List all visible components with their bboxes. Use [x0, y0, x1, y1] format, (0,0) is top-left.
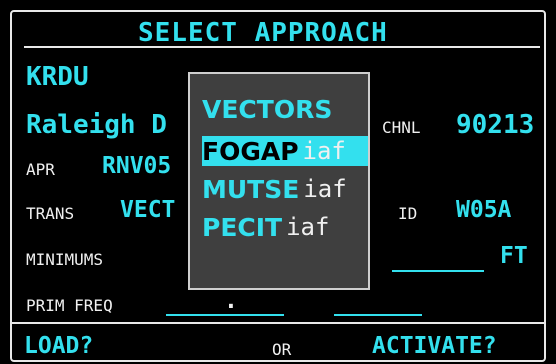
popup-item-vectors[interactable]: VECTORS — [202, 94, 332, 124]
load-button[interactable]: LOAD? — [24, 335, 93, 358]
transition-popup-menu[interactable]: VECTORS FOGAP iaf MUTSE iaf PECIT iaf — [188, 72, 370, 290]
trans-value[interactable]: VECT — [120, 199, 175, 222]
approach-page: SELECT APPROACH KRDU Raleigh D CHNL 9021… — [0, 0, 556, 364]
prim-freq-value: . — [224, 288, 238, 314]
popup-item-tag: iaf — [303, 175, 347, 203]
airport-ident[interactable]: KRDU — [26, 64, 89, 90]
chnl-value[interactable]: 90213 — [456, 112, 534, 138]
apr-label: APR — [26, 160, 55, 179]
trans-label: TRANS — [26, 204, 75, 223]
popup-item-name: MUTSE — [202, 174, 300, 204]
chnl-label: CHNL — [382, 118, 421, 137]
popup-item-tag: iaf — [286, 213, 330, 241]
popup-item-pecit[interactable]: PECIT iaf — [202, 212, 329, 242]
popup-item-fogap[interactable]: FOGAP iaf — [202, 136, 368, 166]
id-value: W05A — [456, 197, 512, 223]
popup-item-name: VECTORS — [202, 94, 333, 124]
page-title: SELECT APPROACH — [138, 18, 388, 48]
footer-divider — [12, 322, 546, 324]
prim-freq-entry-line[interactable] — [166, 314, 284, 316]
airport-name: Raleigh D — [26, 110, 167, 140]
popup-item-tag: iaf — [302, 137, 346, 165]
sec-freq-entry-line[interactable] — [334, 314, 422, 316]
or-label: OR — [272, 340, 292, 359]
popup-item-name: FOGAP — [202, 136, 299, 166]
minimums-unit: FT — [500, 243, 528, 269]
apr-value[interactable]: RNV05 — [102, 155, 171, 178]
minimums-entry-line[interactable] — [392, 270, 484, 272]
minimums-label: MINIMUMS — [26, 250, 104, 269]
popup-item-mutse[interactable]: MUTSE iaf — [202, 174, 347, 204]
id-label: ID — [398, 204, 418, 223]
activate-button[interactable]: ACTIVATE? — [372, 335, 497, 358]
popup-item-name: PECIT — [202, 212, 283, 242]
prim-freq-label: PRIM FREQ — [26, 296, 113, 315]
